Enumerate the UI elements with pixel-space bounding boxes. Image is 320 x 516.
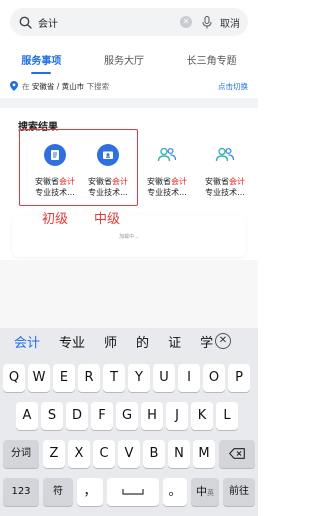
tab-service-hall[interactable]: 服务大厅 (104, 48, 144, 71)
space-key[interactable] (107, 478, 159, 506)
period-key[interactable]: 。 (163, 478, 187, 506)
result-card[interactable]: 安徽省会计 专业技术... (196, 144, 254, 198)
key[interactable]: L (216, 402, 238, 430)
key[interactable]: O (203, 364, 225, 392)
switch-location-link[interactable]: 点击切换 (218, 81, 248, 92)
key[interactable]: R (78, 364, 100, 392)
key[interactable]: G (116, 402, 138, 430)
key[interactable]: T (103, 364, 125, 392)
key[interactable]: K (191, 402, 213, 430)
key[interactable]: F (91, 402, 113, 430)
cancel-button[interactable]: 取消 (220, 15, 240, 30)
key[interactable]: M (193, 440, 215, 468)
search-bar[interactable]: 会计 ✕ 取消 (10, 8, 248, 36)
symbols-key[interactable]: 符 (43, 478, 73, 506)
go-key[interactable]: 前往 (223, 478, 255, 506)
close-candidates-icon[interactable]: ✕ (215, 333, 231, 349)
tab-service-items[interactable]: 服务事项 (21, 48, 61, 74)
key[interactable]: H (141, 402, 163, 430)
location-bar: 在 安徽省 / 黄山市 下搜索 点击切换 (0, 74, 258, 98)
key[interactable]: W (28, 364, 50, 392)
key[interactable]: C (93, 440, 115, 468)
key[interactable]: I (178, 364, 200, 392)
key[interactable]: U (153, 364, 175, 392)
keyboard: 会计 专业 师 的 证 学 ✕ Q W E R T Y U I O P A S … (0, 328, 258, 516)
key[interactable]: Q (3, 364, 25, 392)
key[interactable]: X (68, 440, 90, 468)
keyboard-row-4: 123 符 ， 。 中英 前往 (0, 478, 258, 506)
candidate-word[interactable]: 师 (104, 332, 117, 351)
location-region: 安徽省 / 黄山市 (31, 81, 85, 91)
key[interactable]: S (41, 402, 63, 430)
annotation-intermediate: 中级 (94, 212, 121, 227)
key[interactable]: V (118, 440, 140, 468)
people-icon (156, 144, 178, 166)
space-bar-icon (122, 489, 144, 495)
highlight-box (19, 129, 138, 206)
search-header: 会计 ✕ 取消 (0, 0, 258, 44)
candidate-word[interactable]: 的 (136, 332, 149, 351)
clear-icon[interactable]: ✕ (180, 16, 192, 28)
annotation-junior: 初级 (42, 212, 69, 227)
numbers-key[interactable]: 123 (3, 478, 39, 506)
key[interactable]: P (228, 364, 250, 392)
search-icon (18, 15, 32, 29)
result-card[interactable]: 安徽省会计 专业技术... (138, 144, 196, 198)
result-card-subtitle: 专业技术... (205, 188, 245, 197)
keyboard-row-3: 分词 Z X C V B N M (0, 440, 258, 468)
candidate-word[interactable]: 会计 (14, 332, 40, 351)
candidate-word[interactable]: 学 (200, 332, 213, 351)
result-card-name: 安徽省会计 (205, 177, 245, 186)
section-divider (0, 98, 258, 108)
location-pin-icon (10, 81, 18, 91)
people-icon (214, 144, 236, 166)
loading-text: 加载中... (119, 233, 139, 240)
key[interactable]: Z (43, 440, 65, 468)
category-tabs: 服务事项 服务大厅 长三角专题 (0, 44, 258, 74)
location-text: 在 安徽省 / 黄山市 下搜索 (22, 81, 110, 91)
tab-yangtze-delta[interactable]: 长三角专题 (187, 48, 237, 71)
key[interactable]: Y (128, 364, 150, 392)
key[interactable]: B (143, 440, 165, 468)
segment-key[interactable]: 分词 (3, 440, 39, 468)
key[interactable]: A (16, 402, 38, 430)
keyboard-backdrop (0, 260, 258, 328)
language-secondary: 英 (207, 489, 214, 497)
comma-key[interactable]: ， (77, 478, 103, 506)
keyboard-row-1: Q W E R T Y U I O P (0, 364, 258, 392)
key[interactable]: D (66, 402, 88, 430)
backspace-key[interactable] (219, 440, 255, 468)
language-primary: 中 (196, 485, 207, 498)
search-input[interactable]: 会计 (38, 15, 180, 30)
key[interactable]: J (166, 402, 188, 430)
key[interactable]: N (168, 440, 190, 468)
microphone-icon[interactable] (200, 15, 214, 29)
result-card-name: 安徽省会计 (147, 177, 187, 186)
key[interactable]: E (53, 364, 75, 392)
backspace-icon (229, 448, 245, 459)
result-card-subtitle: 专业技术... (147, 188, 187, 197)
language-switch-key[interactable]: 中英 (191, 478, 219, 506)
candidate-word[interactable]: 专业 (59, 332, 85, 351)
candidate-bar: 会计 专业 师 的 证 学 ✕ (0, 328, 258, 354)
keyboard-row-2: A S D F G H J K L (0, 402, 258, 430)
candidate-word[interactable]: 证 (168, 332, 181, 351)
